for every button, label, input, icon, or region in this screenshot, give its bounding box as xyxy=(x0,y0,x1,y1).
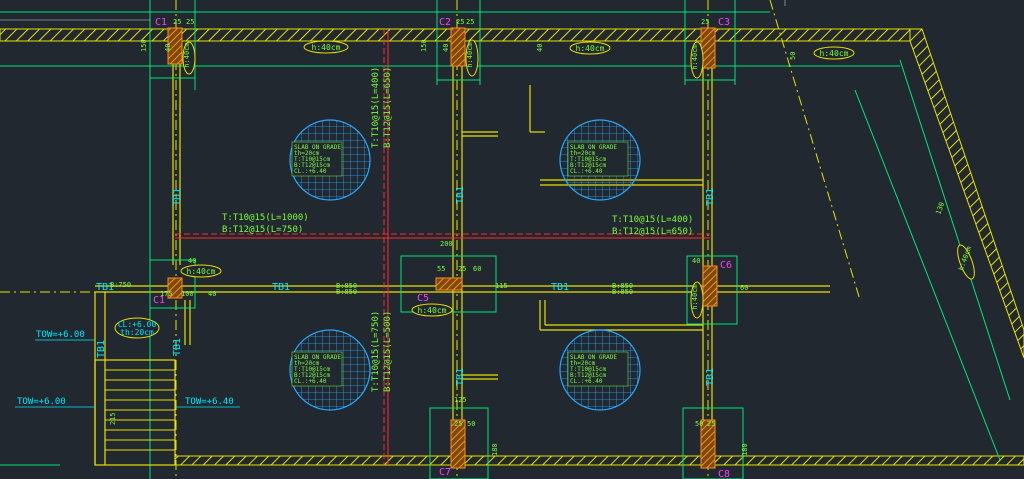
svg-text:25: 25 xyxy=(454,420,462,428)
column-label: C3 xyxy=(718,17,730,28)
svg-text:40: 40 xyxy=(208,290,216,298)
slab-note-tr: SLAB ON GRADE th=20cm T:T10@15cm B:T12@1… xyxy=(567,141,629,177)
bottom-wall xyxy=(174,455,1024,466)
column-label: C7 xyxy=(439,467,451,478)
beam-height-tag-mid-center[interactable]: h:40cm xyxy=(411,303,453,317)
svg-text:50: 50 xyxy=(467,420,475,428)
beam-label: TB1 xyxy=(96,340,107,358)
svg-text:25: 25 xyxy=(466,18,474,26)
slab-note-line5: CL.:+6.40 xyxy=(294,378,327,385)
beam-label: TB1 xyxy=(705,188,716,206)
slab-note-line5: CL.:+6.40 xyxy=(570,378,603,385)
drawing-background xyxy=(0,0,1024,479)
svg-text:h:40cm: h:40cm xyxy=(691,44,699,69)
svg-text:h:40cm: h:40cm xyxy=(466,42,474,67)
cad-drawing-canvas[interactable]: SLAB ON GRADE th=20cm T:T10@15cm B:T12@1… xyxy=(0,0,1024,479)
svg-text:40: 40 xyxy=(442,44,450,52)
beam-label: TB1 xyxy=(551,282,569,293)
rebar-horiz-left-bottom: B:T12@15(L=750) xyxy=(222,225,303,235)
svg-text:150: 150 xyxy=(140,39,148,52)
svg-text:175: 175 xyxy=(160,290,173,298)
svg-text:25: 25 xyxy=(701,18,709,26)
rebar-vert-top-2: B:T12@15(L=650) xyxy=(383,67,393,148)
svg-text:40: 40 xyxy=(692,257,700,265)
svg-text:h:40cm: h:40cm xyxy=(418,306,447,315)
cl-note-tag[interactable]: CL:+6.00 th:20cm xyxy=(114,317,160,339)
svg-text:50: 50 xyxy=(695,420,703,428)
slab-note-bl: SLAB ON GRADE th=20cm T:T10@15cm B:T12@1… xyxy=(291,351,343,387)
svg-text:B:850: B:850 xyxy=(336,288,357,296)
beam-height-tag-top-mid[interactable]: h:40cm xyxy=(569,41,611,55)
rebar-vert-bottom-1: T:T10@15(L=750) xyxy=(371,311,381,392)
beam-height-tag-top-right[interactable]: h:40cm xyxy=(813,46,855,60)
tow-label-left-upper: TOW=+6.00 xyxy=(36,330,85,340)
slab-note-line5: CL.:+6.40 xyxy=(294,168,327,175)
beam-label: TB1 xyxy=(172,338,183,356)
rebar-horiz-right-top: T:T10@15(L=400) xyxy=(612,215,693,225)
svg-text:60: 60 xyxy=(473,265,481,273)
svg-text:h:40cm: h:40cm xyxy=(187,267,216,276)
beam-label: TB1 xyxy=(172,188,183,206)
svg-text:180: 180 xyxy=(741,443,749,456)
svg-text:B:750: B:750 xyxy=(110,281,131,289)
svg-text:40: 40 xyxy=(188,257,196,265)
rebar-horiz-left-top: T:T10@15(L=1000) xyxy=(222,213,309,223)
svg-text:50: 50 xyxy=(789,52,797,60)
rebar-vert-bottom-2: B:T12@15(L=500) xyxy=(383,311,393,392)
svg-text:h:40cm: h:40cm xyxy=(576,44,605,53)
svg-text:40: 40 xyxy=(536,44,544,52)
svg-text:B:850: B:850 xyxy=(612,288,633,296)
slab-note-tl: SLAB ON GRADE th=20cm T:T10@15cm B:T12@1… xyxy=(291,141,343,177)
beam-height-tag-col-c6[interactable]: h:40cm xyxy=(690,281,704,319)
beam-height-tag-top-left[interactable]: h:40cm xyxy=(303,40,349,54)
svg-text:100: 100 xyxy=(181,290,194,298)
beam-height-tag-col-c2[interactable]: h:40cm xyxy=(465,39,479,77)
rebar-horiz-right-bottom: B:T12@15(L=650) xyxy=(612,227,693,237)
svg-text:215: 215 xyxy=(109,412,117,425)
svg-text:h:40cm: h:40cm xyxy=(820,49,849,58)
svg-text:h:40cm: h:40cm xyxy=(691,284,699,309)
svg-text:25: 25 xyxy=(186,18,194,26)
column-label: C6 xyxy=(720,260,732,271)
svg-text:h:40cm: h:40cm xyxy=(183,42,191,67)
tow-label-left-lower: TOW=+6.00 xyxy=(17,397,66,407)
tow-label-stair: TOW=+6.40 xyxy=(185,397,234,407)
column-label: C8 xyxy=(718,469,730,479)
svg-text:25: 25 xyxy=(458,265,466,273)
column-label: C5 xyxy=(417,293,429,304)
svg-text:25: 25 xyxy=(173,18,181,26)
svg-text:200: 200 xyxy=(440,240,453,248)
beam-label: TB1 xyxy=(272,282,290,293)
svg-text:h:40cm: h:40cm xyxy=(312,43,341,52)
beam-height-tag-mid-left[interactable]: h:40cm xyxy=(180,264,222,278)
beam-label: TB1 xyxy=(455,368,466,386)
svg-text:60: 60 xyxy=(740,284,748,292)
slab-note-br: SLAB ON GRADE th=20cm T:T10@15cm B:T12@1… xyxy=(567,351,629,387)
beam-height-tag-col-c1[interactable]: h:40cm xyxy=(182,41,196,75)
rebar-vert-top-1: T:T10@15(L=400) xyxy=(371,67,381,148)
svg-text:180: 180 xyxy=(491,443,499,456)
beam-height-tag-col-c3[interactable]: h:40cm xyxy=(690,41,704,79)
svg-text:th:20cm: th:20cm xyxy=(120,328,154,337)
column-label: C1 xyxy=(155,17,167,28)
slab-note-line5: CL.:+6.40 xyxy=(570,168,603,175)
svg-text:125: 125 xyxy=(454,396,467,404)
svg-text:150: 150 xyxy=(420,39,428,52)
beam-label: TB1 xyxy=(705,368,716,386)
svg-text:55: 55 xyxy=(437,265,445,273)
svg-text:40: 40 xyxy=(164,44,172,52)
svg-text:115: 115 xyxy=(495,282,508,290)
beam-label: TB1 xyxy=(455,186,466,204)
column-label: C2 xyxy=(439,17,451,28)
svg-text:25: 25 xyxy=(707,420,715,428)
svg-text:25: 25 xyxy=(456,18,464,26)
